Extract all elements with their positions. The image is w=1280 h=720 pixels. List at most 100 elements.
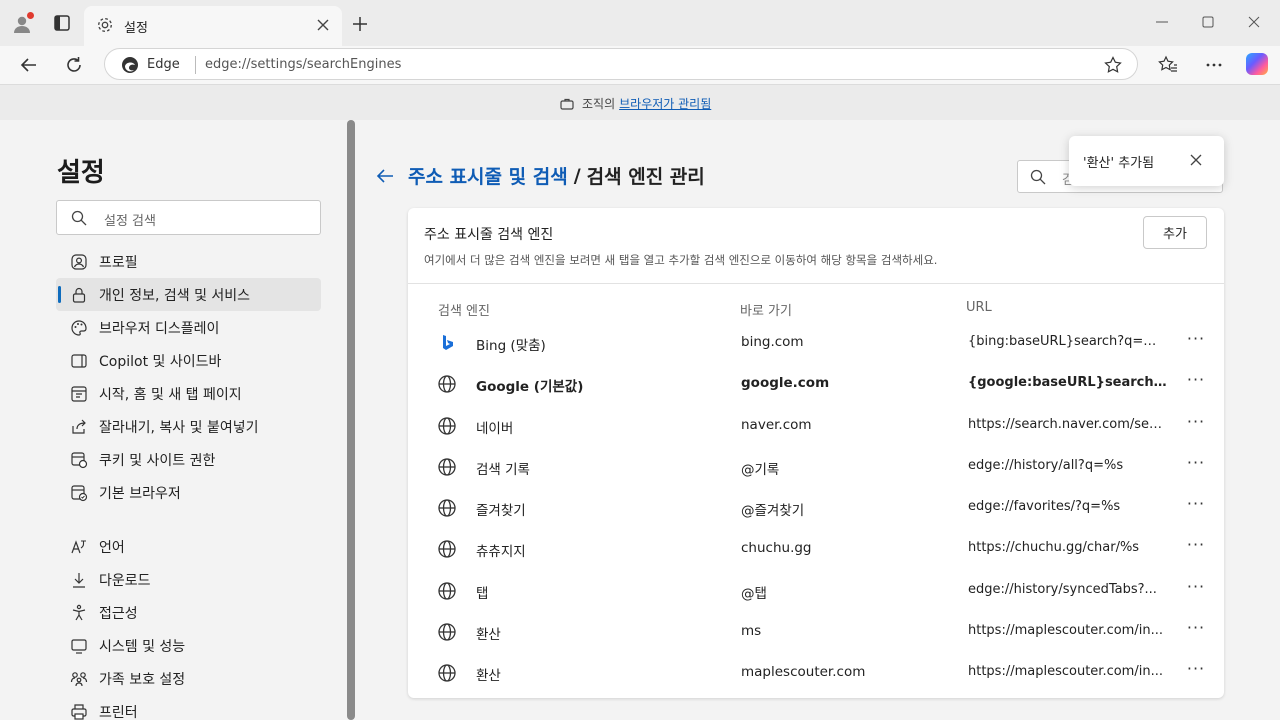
table-row: 즐겨찾기 @즐겨찾기 edge://favorites/?q=%s ···	[408, 487, 1224, 528]
sidebar-item-label: 다운로드	[99, 572, 151, 589]
engine-shortcut: maplescouter.com	[741, 664, 866, 681]
add-engine-button[interactable]: 추가	[1143, 216, 1207, 249]
sidebar-item-label: 개인 정보, 검색 및 서비스	[99, 287, 251, 304]
row-more-button[interactable]: ···	[1184, 372, 1208, 393]
settings-sidebar: 설정 설정 검색 프로필 개인 정보, 검색 및 서비스 브라우저 디스플레이	[0, 120, 346, 720]
sidebar-item-copilot[interactable]: Copilot 및 사이드바	[56, 344, 321, 377]
tab-strip: 설정	[0, 0, 1280, 46]
favorite-star-icon[interactable]	[1103, 55, 1123, 75]
language-icon	[71, 539, 86, 553]
engine-name: Google (기본값)	[476, 379, 584, 396]
page-title: 검색 엔진 관리	[586, 166, 705, 188]
globe-icon	[438, 499, 456, 517]
table-row: 환산 maplescouter.com https://maplescouter…	[408, 652, 1224, 693]
bing-icon	[443, 335, 453, 350]
sidebar-menu: 프로필 개인 정보, 검색 및 서비스 브라우저 디스플레이 Copilot 및…	[56, 245, 321, 720]
sidebar-item-system[interactable]: 시스템 및 성능	[56, 629, 321, 662]
more-options-icon[interactable]	[1203, 54, 1225, 76]
profile-button[interactable]	[12, 12, 34, 34]
table-row: 츄츄지지 chuchu.gg https://chuchu.gg/char/%s…	[408, 528, 1224, 569]
engine-url: edge://history/all?q=%s	[968, 457, 1124, 473]
close-icon[interactable]	[1188, 152, 1204, 168]
sidebar-item-downloads[interactable]: 다운로드	[56, 563, 321, 596]
settings-page: 설정 설정 검색 프로필 개인 정보, 검색 및 서비스 브라우저 디스플레이	[0, 120, 1280, 720]
settings-search-placeholder: 설정 검색	[104, 214, 156, 229]
sidebar-item-profile[interactable]: 프로필	[56, 245, 321, 278]
active-tab[interactable]: 설정	[84, 6, 342, 46]
window-close-icon[interactable]	[1244, 12, 1264, 32]
engine-shortcut: ms	[741, 623, 762, 640]
back-arrow-icon[interactable]	[374, 165, 396, 187]
sidebar-item-share[interactable]: 잘라내기, 복사 및 붙여넣기	[56, 410, 321, 443]
table-row: 네이버 naver.com https://search.naver.com/s…	[408, 405, 1224, 446]
managed-banner: 조직의 브라우저가 관리됨	[0, 84, 1280, 120]
search-engines-card: 주소 표시줄 검색 엔진 여기에서 더 많은 검색 엔진을 보려면 새 탭을 열…	[408, 208, 1224, 698]
sidebar-scrollbar[interactable]	[347, 120, 355, 720]
sidebar-item-languages[interactable]: 언어	[56, 530, 321, 563]
tab-actions-button[interactable]	[52, 13, 72, 33]
sidebar-item-label: 프로필	[99, 254, 138, 271]
new-tab-icon[interactable]	[350, 14, 370, 34]
engine-url: https://maplescouter.com/in...	[968, 664, 1163, 680]
url-text[interactable]: edge://settings/searchEngines	[205, 57, 401, 72]
search-icon	[71, 210, 87, 226]
engine-shortcut: naver.com	[741, 416, 812, 433]
sidebar-item-appearance[interactable]: 브라우저 디스플레이	[56, 311, 321, 344]
sidebar-item-start-home[interactable]: 시작, 홈 및 새 탭 페이지	[56, 377, 321, 410]
row-more-button[interactable]: ···	[1184, 454, 1208, 476]
main-content: 주소 표시줄 및 검색 / 검색 엔진 관리 검 주소 표시줄 검색 엔진 여기…	[360, 120, 1280, 720]
globe-icon	[438, 664, 456, 683]
row-more-button[interactable]: ···	[1184, 496, 1208, 517]
refresh-icon[interactable]	[63, 54, 85, 76]
sidebar-item-label: 잘라내기, 복사 및 붙여넣기	[99, 419, 259, 436]
globe-icon	[438, 458, 456, 476]
engine-list: Bing (맞춤) bing.com {bing:baseURL}search?…	[408, 322, 1224, 694]
table-row: Bing (맞춤) bing.com {bing:baseURL}search?…	[408, 322, 1224, 363]
engine-url: https://search.naver.com/sea...	[968, 416, 1168, 432]
sidebar-item-label: 프린터	[99, 704, 138, 720]
sidebar-item-label: 접근성	[99, 605, 138, 622]
row-more-button[interactable]: ···	[1184, 578, 1208, 600]
row-more-button[interactable]: ···	[1184, 413, 1208, 435]
back-icon[interactable]	[18, 54, 40, 76]
favorites-icon[interactable]	[1157, 54, 1179, 76]
row-more-button[interactable]: ···	[1184, 661, 1208, 682]
address-bar[interactable]: Edge edge://settings/searchEngines	[104, 48, 1138, 80]
sidebar-item-privacy[interactable]: 개인 정보, 검색 및 서비스	[56, 278, 321, 311]
managed-link[interactable]: 브라우저가 관리됨	[619, 95, 711, 112]
maximize-icon[interactable]	[1198, 12, 1218, 32]
system-icon	[71, 638, 87, 654]
column-header-shortcut: 바로 가기	[740, 304, 792, 319]
sidebar-item-label: 쿠키 및 사이트 권한	[99, 452, 216, 469]
engine-name: 환산	[476, 668, 501, 685]
row-more-button[interactable]: ···	[1184, 537, 1208, 558]
copilot-icon[interactable]	[1246, 53, 1268, 75]
site-label: Edge	[147, 57, 180, 72]
engine-shortcut: @탭	[741, 585, 767, 602]
sidebar-item-family[interactable]: 가족 보호 설정	[56, 662, 321, 695]
sidebar-item-default-browser[interactable]: 기본 브라우저	[56, 476, 321, 509]
sidebar-item-printers[interactable]: 프린터	[56, 695, 321, 720]
breadcrumb: 주소 표시줄 및 검색 / 검색 엔진 관리	[374, 162, 705, 189]
edge-logo-icon	[122, 57, 138, 73]
tab-title: 설정	[124, 21, 148, 36]
engine-name: 탭	[476, 585, 489, 602]
sidebar-item-label: 시스템 및 성능	[99, 638, 186, 655]
minimize-icon[interactable]	[1152, 12, 1172, 32]
globe-icon	[438, 582, 456, 600]
close-tab-icon[interactable]	[314, 16, 332, 34]
engine-name: 환산	[476, 627, 501, 644]
column-header-engine: 검색 엔진	[438, 304, 490, 319]
settings-search-input[interactable]: 설정 검색	[56, 200, 321, 235]
row-more-button[interactable]: ···	[1184, 331, 1208, 352]
sidebar-item-accessibility[interactable]: 접근성	[56, 596, 321, 629]
sidebar-item-cookies[interactable]: 쿠키 및 사이트 권한	[56, 443, 321, 476]
globe-icon	[438, 375, 456, 393]
breadcrumb-parent-link[interactable]: 주소 표시줄 및 검색	[408, 162, 568, 189]
table-row: Google (기본값) google.com {google:baseURL}…	[408, 363, 1224, 404]
profile-icon	[71, 253, 87, 270]
card-description: 여기에서 더 많은 검색 엔진을 보려면 새 탭을 열고 추가할 검색 엔진으로…	[424, 253, 938, 267]
row-more-button[interactable]: ···	[1184, 620, 1208, 641]
address-toolbar: Edge edge://settings/searchEngines	[0, 46, 1280, 84]
sidebar-item-label: 언어	[99, 539, 125, 556]
